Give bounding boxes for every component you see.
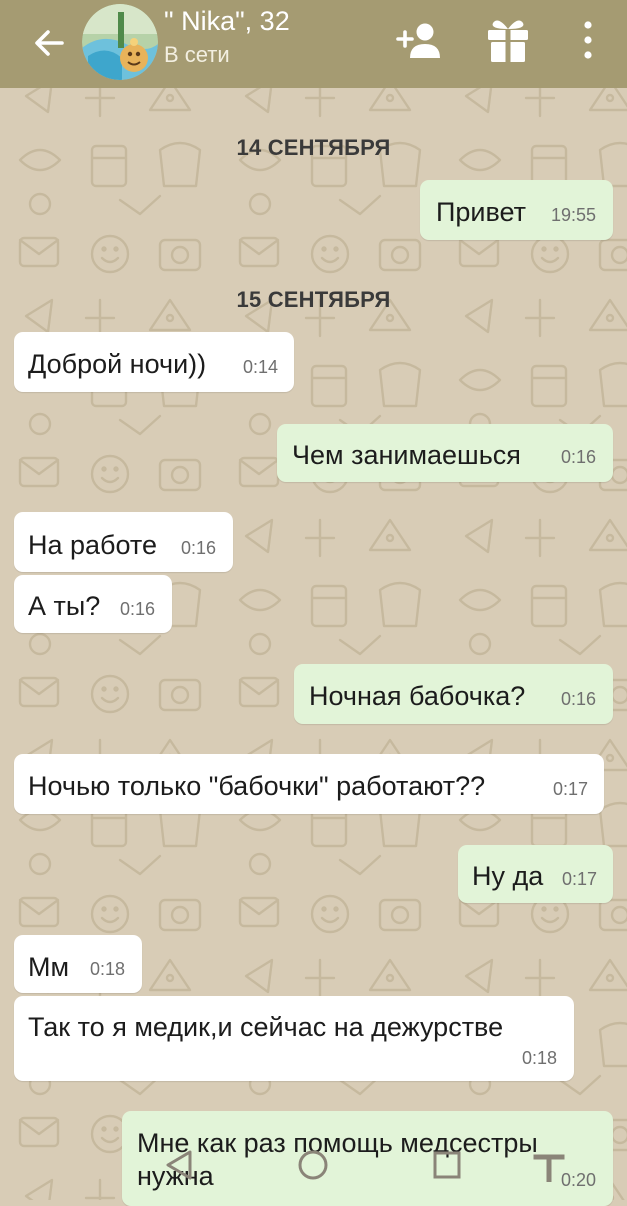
more-vertical-icon[interactable] [578,18,598,62]
message-text: Так то я медик,и сейчас на дежурстве [28,1012,504,1042]
chat-header: " Nika", 32 В сети [0,0,627,88]
back-arrow-icon[interactable] [28,22,70,64]
date-separator: 15 СЕНТЯБРЯ [236,287,391,312]
message-time: 0:17 [562,869,598,889]
message-bubble-outgoing[interactable]: Ночная бабочка? 0:16 [294,664,613,724]
message-text: А ты? [28,591,101,621]
message-time: 0:17 [553,779,589,799]
message-time: 0:14 [243,357,279,377]
message-time: 19:55 [551,205,597,225]
message-bubble-incoming[interactable]: Так то я медик,и сейчас на дежурстве 0:1… [14,996,574,1081]
recents-square-icon[interactable] [430,1148,464,1182]
avatar-image [82,4,158,80]
system-navigation-bar [0,1130,627,1200]
message-bubble-incoming[interactable]: А ты? 0:16 [14,575,172,633]
message-bubble-incoming[interactable]: Доброй ночи)) 0:14 [14,332,294,392]
message-bubble-outgoing[interactable]: Ну да 0:17 [458,845,613,903]
message-text: Ночью только "бабочки" работают?? [28,771,486,801]
message-bubble-outgoing[interactable]: Привет 19:55 [420,180,613,240]
home-circle-icon[interactable] [296,1148,330,1182]
message-text: Ночная бабочка? [309,681,526,711]
message-time: 0:18 [522,1048,558,1068]
back-triangle-icon[interactable] [162,1148,196,1182]
message-time: 0:16 [120,599,156,619]
contact-status: В сети [164,42,230,67]
message-time: 0:18 [90,959,126,979]
message-time: 0:16 [181,538,217,558]
message-bubble-incoming[interactable]: Мм 0:18 [14,935,142,993]
message-text: Чем занимаешься [292,440,521,470]
message-bubble-incoming[interactable]: Ночью только "бабочки" работают?? 0:17 [14,754,604,814]
message-time: 0:16 [561,689,597,709]
accessibility-icon[interactable] [532,1148,566,1182]
message-bubble-outgoing[interactable]: Чем занимаешься 0:16 [277,424,613,482]
message-text: На работе [28,530,158,560]
gift-icon[interactable] [484,14,532,64]
date-separator: 14 СЕНТЯБРЯ [236,135,391,160]
message-text: Привет [436,197,527,227]
message-text: Доброй ночи)) [28,349,207,379]
contact-name[interactable]: " Nika", 32 [164,6,290,37]
message-time: 0:16 [561,447,597,467]
avatar[interactable] [82,4,158,80]
message-text: Мм [28,952,70,982]
add-user-icon[interactable] [396,20,442,60]
message-bubble-incoming[interactable]: На работе 0:16 [14,512,233,572]
message-text: Ну да [472,861,544,891]
